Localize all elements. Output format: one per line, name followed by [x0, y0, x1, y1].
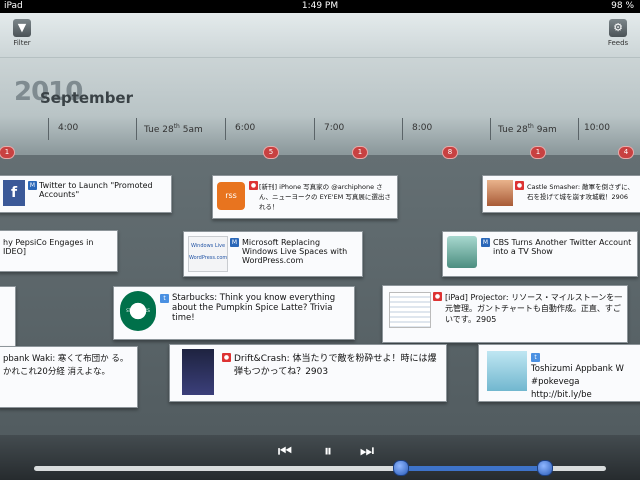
filter-button[interactable]: ▼ Filter	[5, 19, 39, 47]
feed-card-archiphone[interactable]: rss ● [新刊] iPhone 写真家の @archiphone さん、ニュ…	[212, 175, 398, 219]
axis-tick	[490, 118, 491, 140]
axis-tick	[402, 118, 403, 140]
twitter-icon: t	[160, 294, 169, 303]
count-badge[interactable]: 1	[352, 146, 368, 159]
slider-end-handle[interactable]	[537, 460, 553, 476]
avatar	[487, 351, 527, 391]
starbucks-logo: STARBUCKS COFFEE	[120, 291, 156, 331]
tick-label-9am: Tue 28th 9am	[498, 123, 557, 135]
timeline-app: ▼ Filter ⚙ Feeds 2010 September 4:00 Tue…	[0, 13, 640, 480]
card-text: Microsoft Replacing Windows Live Spaces …	[242, 238, 348, 265]
wordpress-caption: WordPress.com	[189, 255, 228, 261]
top-toolbar: ▼ Filter ⚙ Feeds	[0, 13, 640, 58]
count-badge[interactable]: 1	[530, 146, 546, 159]
feed-card-cbs[interactable]: M CBS Turns Another Twitter Account into…	[442, 231, 638, 277]
feed-card-toshizumi[interactable]: t Toshizumi Appbank W #pokevega http://b…	[478, 344, 640, 402]
tick-label-10: 10:00	[584, 123, 610, 133]
tick-label-8: 8:00	[412, 123, 433, 133]
apple-icon: ●	[222, 353, 231, 362]
card-text: [iPad] Projector: リソース・マイルストーンを一元管理。ガントチ…	[445, 293, 623, 324]
month-label: September	[40, 89, 133, 107]
card-text: hy PepsiCo Engages in IDEO]	[3, 238, 94, 256]
timeline-slider-range	[400, 466, 544, 471]
axis-tick	[136, 118, 137, 140]
card-text: Drift&Crash: 体当たりで敵を粉砕せよ！時には爆弾もつかってね？290…	[234, 354, 437, 377]
feed-card-windows-live[interactable]: Windows Live WordPress.com M Microsoft R…	[183, 231, 363, 277]
tick-label-4: 4:00	[58, 123, 79, 133]
battery-status: 98 %	[611, 1, 634, 11]
apple-icon: ●	[433, 292, 442, 301]
axis-tick	[225, 118, 226, 140]
feed-card-drift-crash[interactable]: ● Drift&Crash: 体当たりで敵を粉砕せよ！時には爆弾もつかってね？2…	[169, 344, 447, 402]
feed-card-pepsico[interactable]: hy PepsiCo Engages in IDEO]	[0, 230, 118, 272]
feed-card-projector[interactable]: ● [iPad] Projector: リソース・マイルストーンを一元管理。ガン…	[382, 285, 628, 343]
count-badge[interactable]: 8	[442, 146, 458, 159]
count-badge[interactable]: 4	[618, 146, 634, 159]
feed-card-starbucks[interactable]: STARBUCKS COFFEE t Starbucks: Think you …	[113, 286, 355, 340]
next-button[interactable]: ⏭	[353, 441, 381, 461]
windows-live-thumbnail: Windows Live WordPress.com	[188, 236, 228, 272]
card-text: Toshizumi Appbank W #pokevega http://bit…	[531, 364, 624, 400]
gear-icon: ⚙	[609, 19, 627, 37]
time-axis[interactable]: 4:00 Tue 28th 5am 6:00 7:00 8:00 Tue 28t…	[0, 118, 640, 150]
tv-thumbnail	[447, 236, 477, 268]
rss-icon: rss	[217, 182, 245, 210]
previous-button[interactable]: ⏮	[271, 441, 299, 461]
feeds-label: Feeds	[607, 39, 629, 47]
tick-label-5am: Tue 28th 5am	[144, 123, 203, 135]
facebook-thumbnail: f	[3, 180, 25, 206]
card-text: Starbucks: Think you know everything abo…	[172, 293, 336, 323]
card-text: Twitter to Launch "Promoted Accounts"	[39, 181, 153, 199]
feed-card-twitter-promoted[interactable]: f M Twitter to Launch "Promoted Accounts…	[0, 175, 172, 213]
count-badge[interactable]: 1	[0, 146, 15, 159]
axis-tick	[578, 118, 579, 140]
clock: 1:49 PM	[301, 1, 339, 11]
feeds-button[interactable]: ⚙ Feeds	[601, 19, 635, 47]
card-text: pbank Waki: 寒くて布団か る。かれこれ20分経 消えよな。	[3, 354, 129, 377]
count-badge[interactable]: 5	[263, 146, 279, 159]
filter-icon: ▼	[13, 19, 31, 37]
twitter-icon: t	[531, 353, 540, 362]
card-text: Castle Smasher: 敵軍を倒さずに、石を投げて城を崩す攻城戦！290…	[527, 183, 634, 201]
apple-icon: ●	[515, 181, 524, 190]
tick-label-6: 6:00	[235, 123, 256, 133]
card-text: CBS Turns Another Twitter Account into a…	[493, 238, 632, 256]
feed-source-icon: M	[481, 238, 490, 247]
card-text: [新刊] iPhone 写真家の @archiphone さん、ニューヨークの …	[259, 183, 391, 211]
slider-start-handle[interactable]	[393, 460, 409, 476]
axis-tick	[48, 118, 49, 140]
apple-icon: ●	[249, 181, 258, 190]
windows-live-caption: Windows Live	[190, 243, 226, 249]
tick-label-7: 7:00	[324, 123, 345, 133]
app-thumbnail	[487, 180, 513, 206]
feed-card-castle-smasher[interactable]: ● Castle Smasher: 敵軍を倒さずに、石を投げて城を崩す攻城戦！2…	[482, 175, 640, 213]
ipad-status-bar: iPad 1:49 PM 98 %	[0, 0, 640, 13]
feed-source-icon: M	[28, 181, 37, 190]
filter-label: Filter	[13, 39, 31, 47]
feed-source-icon: M	[230, 238, 239, 247]
app-screenshot-thumbnail	[389, 292, 431, 328]
game-thumbnail	[182, 349, 214, 395]
pause-button[interactable]: ⏸	[314, 441, 342, 461]
feed-card-edge[interactable]	[0, 286, 16, 348]
feed-card-appbank-waki[interactable]: pbank Waki: 寒くて布団か る。かれこれ20分経 消えよな。	[0, 346, 138, 408]
axis-tick	[314, 118, 315, 140]
